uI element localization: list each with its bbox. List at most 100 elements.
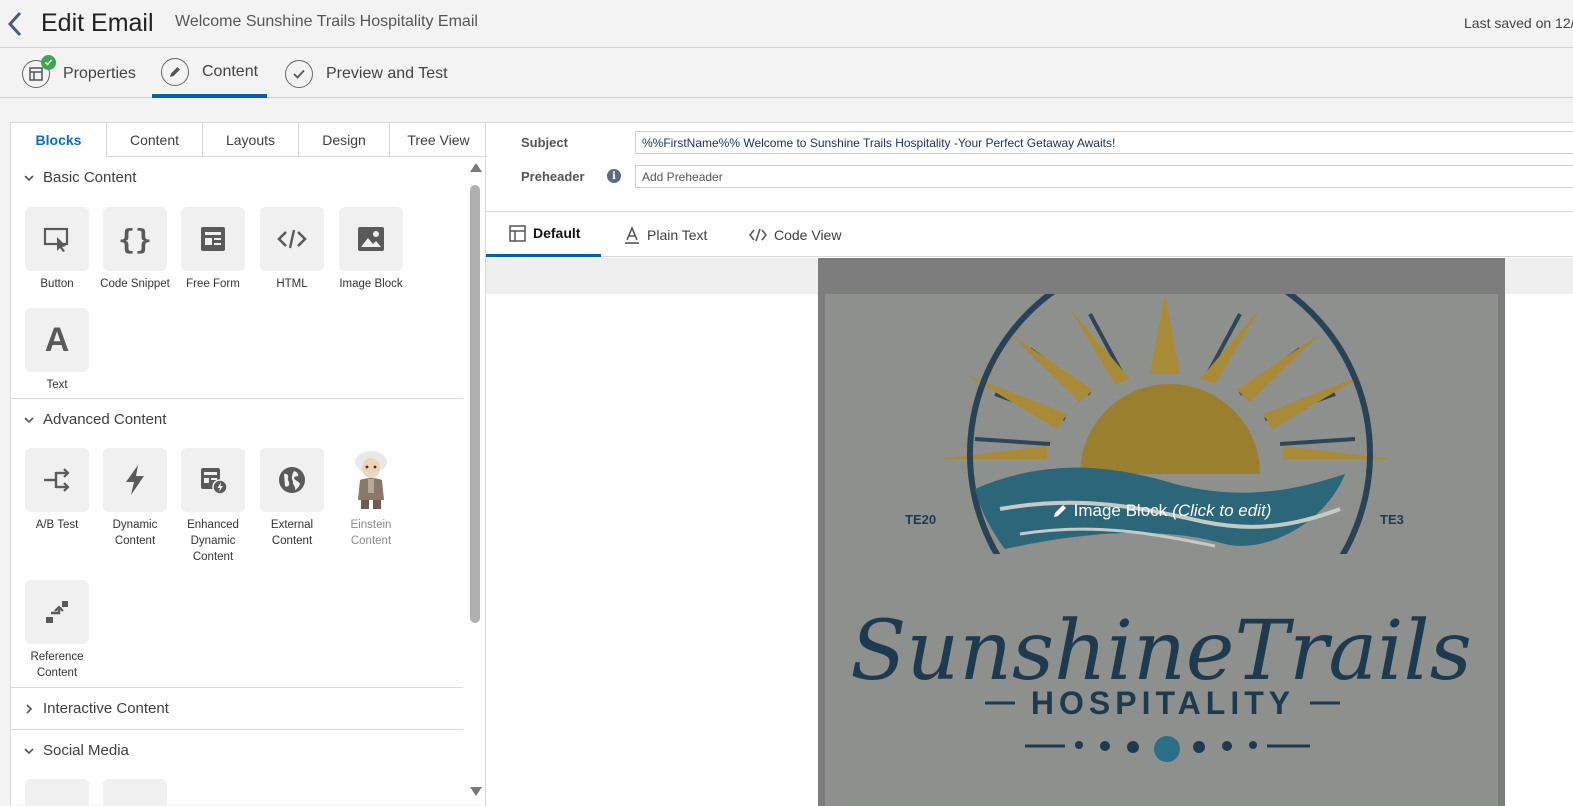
block-dynamic-content[interactable]: Dynamic Content xyxy=(99,448,171,549)
block-label: Text xyxy=(46,379,68,391)
subject-label: Subject xyxy=(521,135,568,150)
tab-content[interactable]: Content xyxy=(107,123,203,157)
section-divider xyxy=(11,398,463,399)
block-label: Dynamic Content xyxy=(112,519,158,547)
preheader-label: Preheader xyxy=(521,169,585,184)
block-label: External Content xyxy=(270,519,314,547)
lightning-icon xyxy=(103,448,167,512)
email-frame: TE20 TE3 SunshineTrails HOSPITALITY Imag… xyxy=(818,258,1505,806)
info-icon[interactable]: i xyxy=(607,169,621,183)
section-divider xyxy=(11,729,463,730)
blocks-panel: Blocks Content Layouts Design Tree View … xyxy=(10,122,486,805)
block-text[interactable]: A Text xyxy=(21,308,93,393)
section-title: Social Media xyxy=(43,742,129,759)
scroll-up-arrow-icon[interactable] xyxy=(470,163,482,172)
block-label: HTML xyxy=(276,278,308,290)
social-icon xyxy=(103,779,167,805)
step-label: Properties xyxy=(63,64,136,82)
section-social-media[interactable]: Social Media xyxy=(23,742,129,759)
enhanced-dynamic-icon xyxy=(181,448,245,512)
overlay-label: Image Block xyxy=(1073,501,1168,520)
tab-layouts[interactable]: Layouts xyxy=(203,123,299,157)
block-social-1[interactable] xyxy=(21,779,93,805)
section-title: Interactive Content xyxy=(43,700,169,717)
step-label: Preview and Test xyxy=(326,64,448,82)
image-icon xyxy=(339,207,403,271)
tab-blocks[interactable]: Blocks xyxy=(11,123,107,157)
check-icon xyxy=(285,59,313,88)
step-preview-test[interactable]: Preview and Test xyxy=(285,49,448,98)
section-interactive-content[interactable]: Interactive Content xyxy=(23,700,169,717)
tab-plain-text[interactable]: Plain Text xyxy=(624,212,707,257)
tab-code-view[interactable]: Code View xyxy=(749,212,841,257)
step-label: Content xyxy=(202,62,259,80)
block-label: Image Block xyxy=(339,278,403,290)
pencil-icon xyxy=(161,57,189,86)
email-canvas: TE20 TE3 SunshineTrails HOSPITALITY Imag… xyxy=(486,258,1573,806)
tab-label: Plain Text xyxy=(647,226,708,243)
page-header: Edit Email Welcome Sunshine Trails Hospi… xyxy=(0,0,1573,48)
tab-label: Code View xyxy=(774,226,842,243)
email-name: Welcome Sunshine Trails Hospitality Emai… xyxy=(175,13,478,30)
sunshine-trails-logo-image: TE20 TE3 SunshineTrails HOSPITALITY xyxy=(825,294,1498,806)
tab-default[interactable]: Default xyxy=(486,212,601,257)
code-tag-icon xyxy=(749,228,767,241)
block-free-form[interactable]: Free Form xyxy=(177,207,249,292)
block-einstein-content[interactable]: Einstein Content xyxy=(335,448,407,549)
block-social-2[interactable] xyxy=(99,779,171,805)
social-icon xyxy=(25,779,89,805)
free-form-icon xyxy=(181,207,245,271)
tab-tree-view[interactable]: Tree View xyxy=(390,123,485,157)
curly-braces-icon: {} xyxy=(103,207,167,271)
section-basic-content[interactable]: Basic Content xyxy=(23,169,136,186)
block-reference-content[interactable]: Reference Content xyxy=(21,580,93,681)
section-divider xyxy=(11,687,463,688)
text-format-icon xyxy=(625,225,639,244)
step-properties[interactable]: Properties xyxy=(22,49,136,98)
block-button[interactable]: Button xyxy=(21,207,93,292)
preheader-input[interactable]: Add Preheader xyxy=(635,165,1573,188)
back-arrow-icon[interactable] xyxy=(4,8,28,40)
block-label: Enhanced Dynamic Content xyxy=(187,519,239,563)
scroll-thumb[interactable] xyxy=(470,185,480,623)
subject-input[interactable]: %%FirstName%% Welcome to Sunshine Trails… xyxy=(635,131,1573,154)
page-title: Edit Email xyxy=(41,9,154,37)
wizard-steps: Properties Content Preview and Test xyxy=(0,49,1573,98)
block-label: A/B Test xyxy=(35,519,79,531)
block-enhanced-dynamic-content[interactable]: Enhanced Dynamic Content xyxy=(177,448,249,565)
chevron-right-icon xyxy=(26,703,33,714)
image-block[interactable]: TE20 TE3 SunshineTrails HOSPITALITY Imag… xyxy=(825,294,1498,806)
block-label: Einstein Content xyxy=(350,519,392,547)
svg-text:HOSPITALITY: HOSPITALITY xyxy=(1031,685,1295,721)
block-image[interactable]: Image Block xyxy=(335,207,407,292)
tab-label: Default xyxy=(533,225,581,241)
chevron-down-icon xyxy=(24,174,34,181)
view-tabs: Default Plain Text Code View xyxy=(486,212,1573,257)
panel-tabs: Blocks Content Layouts Design Tree View xyxy=(11,123,485,157)
block-code-snippet[interactable]: {} Code Snippet xyxy=(99,207,171,292)
properties-icon xyxy=(22,54,56,88)
block-label: Free Form xyxy=(186,278,240,290)
reference-icon xyxy=(25,580,89,644)
chevron-down-icon xyxy=(24,416,34,423)
ab-test-icon xyxy=(25,448,89,512)
section-advanced-content[interactable]: Advanced Content xyxy=(23,411,166,428)
globe-icon xyxy=(260,448,324,512)
tab-design[interactable]: Design xyxy=(299,123,390,157)
email-frame-header xyxy=(818,258,1505,294)
block-html[interactable]: HTML xyxy=(256,207,328,292)
block-external-content[interactable]: External Content xyxy=(256,448,328,549)
image-block-overlay[interactable]: Image Block (Click to edit) xyxy=(825,501,1498,521)
panel-scrollbar[interactable] xyxy=(468,163,482,805)
section-title: Advanced Content xyxy=(43,411,167,428)
section-title: Basic Content xyxy=(43,169,137,186)
scroll-down-arrow-icon[interactable] xyxy=(470,787,482,796)
block-label: Button xyxy=(40,278,74,290)
pencil-icon xyxy=(1053,505,1066,517)
chevron-down-icon xyxy=(24,747,34,754)
last-saved-status: Last saved on 12/ xyxy=(1464,15,1573,31)
step-content[interactable]: Content xyxy=(152,49,267,98)
block-label: Code Snippet xyxy=(100,278,170,290)
block-ab-test[interactable]: A/B Test xyxy=(21,448,93,533)
completed-check-icon xyxy=(41,54,56,70)
